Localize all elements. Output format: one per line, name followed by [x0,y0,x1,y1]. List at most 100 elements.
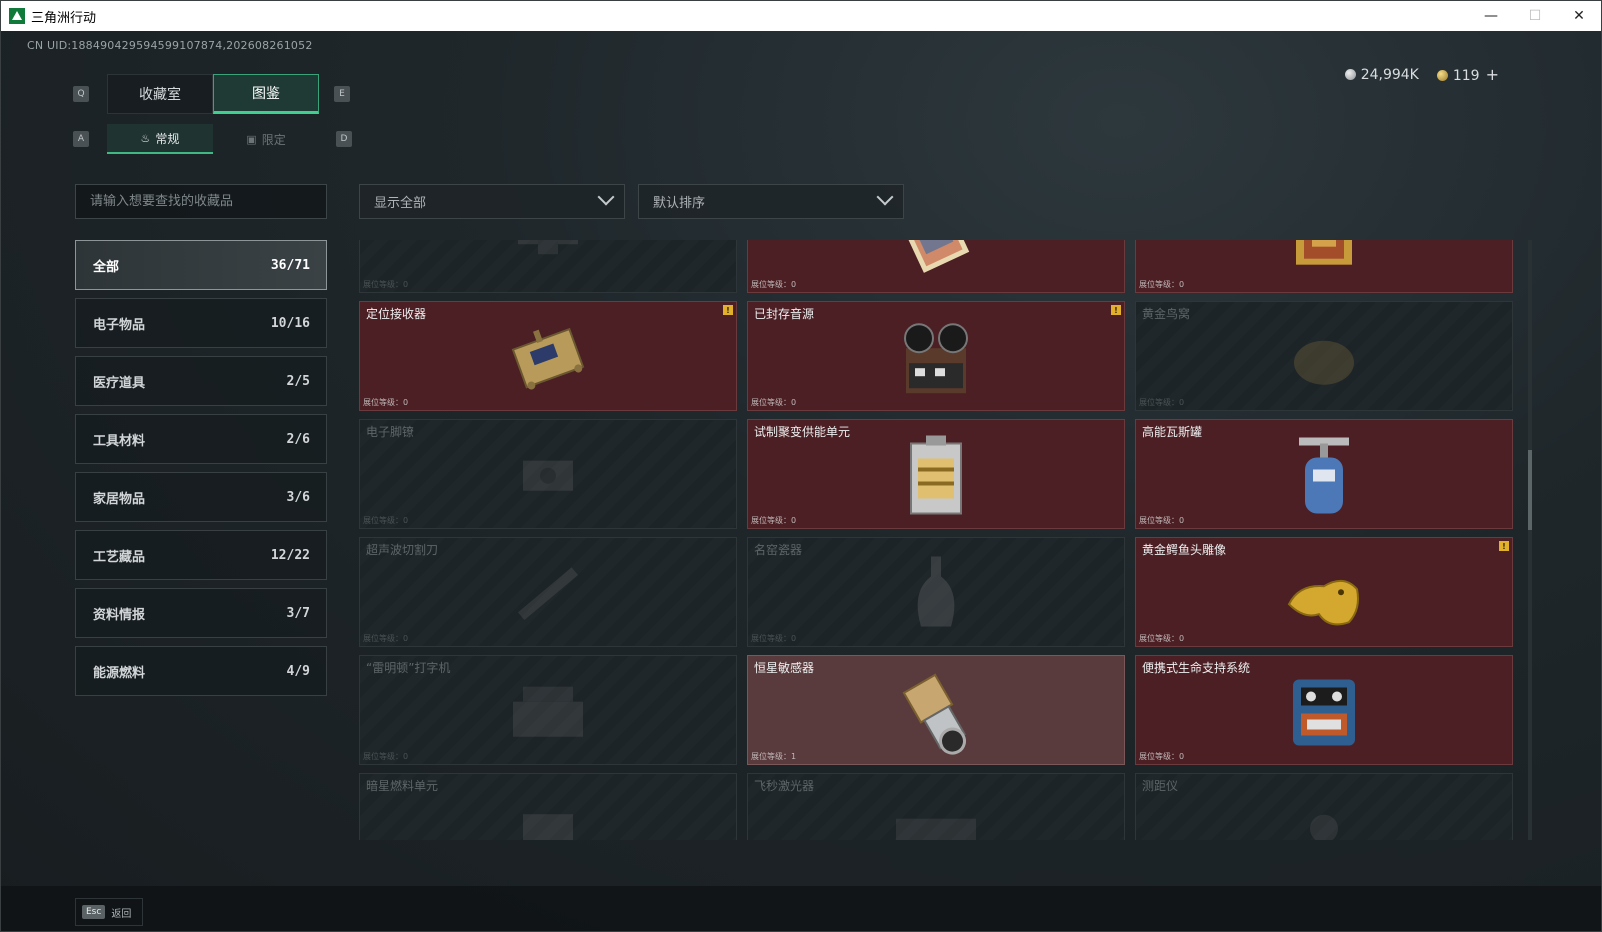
item-level-label: 展位等级： [363,752,403,761]
subtab-limited[interactable]: ▣ 限定 [213,124,319,154]
tab-collection-room[interactable]: 收藏室 [107,74,213,114]
item-name: 名窑瓷器 [754,543,803,557]
item-level-value: 0 [791,398,797,407]
item-level: 展位等级：0 [363,515,408,526]
item-name: 超声波切割刀 [366,543,439,557]
minimize-button[interactable]: — [1469,1,1513,31]
item-level: 展位等级：0 [1139,515,1184,526]
silver-coin-icon [1344,68,1356,80]
collection-item-card[interactable]: “雷明顿”打字机 展位等级：0 [359,655,737,765]
collection-item-card[interactable]: 测距仪展位等级：0 [1135,773,1513,840]
category-label: 全部 [93,259,120,275]
bottom-bar: Esc 返回 [1,886,1601,931]
collection-item-card[interactable]: 已封存音源 展位等级：0! [747,301,1125,411]
item-level-label: 展位等级： [1139,634,1179,643]
porcelain-vase-icon [906,552,966,642]
uid-label: CN UID:188490429594599107874,20260826105… [27,39,313,52]
sort-dropdown[interactable]: 默认排序 [638,184,904,219]
gps-receiver-icon [503,318,593,402]
category-count: 3/7 [286,605,310,621]
category-energy[interactable]: 能源燃料 4/9 [75,646,327,696]
currency-bar: 24,994K 119 + [1344,65,1499,84]
item-level-value: 0 [1179,516,1185,525]
category-medical[interactable]: 医疗道具 2/5 [75,356,327,406]
collection-item-card[interactable]: 超声波切割刀 展位等级：0 [359,537,737,647]
tab-codex[interactable]: 图鉴 [213,74,319,114]
collection-item-card[interactable]: 黄金鸟窝 展位等级：0 [1135,301,1513,411]
category-label: 能源燃料 [93,665,146,681]
collection-item-card[interactable]: 电子脚镣 展位等级：0 [359,419,737,529]
chevron-down-icon [597,188,615,206]
item-level: 展位等级：0 [1139,279,1184,290]
category-all[interactable]: 全部 36/71 [75,240,327,290]
item-level: 展位等级：0 [363,279,408,290]
collection-item-card[interactable]: 试制聚变供能单元 展位等级：0 [747,419,1125,529]
gold-crocodile-icon [1279,554,1369,638]
category-intel[interactable]: 资料情报 3/7 [75,588,327,638]
laser-icon [886,804,986,840]
item-name: 测距仪 [1142,779,1179,793]
item-level: 展位等级：0 [363,751,408,762]
window-title: 三角洲行动 [31,10,97,26]
app-logo-icon [9,8,25,24]
subtab-regular[interactable]: ♨ 常规 [107,124,213,154]
back-button[interactable]: Esc 返回 [75,898,143,926]
gold-amount: 119 [1452,68,1480,84]
gold-currency[interactable]: 119 + [1436,65,1499,84]
silver-amount: 24,994K [1360,66,1419,83]
collection-item-card[interactable]: 便携式生命支持系统 展位等级：0 [1135,655,1513,765]
item-name: 高能瓦斯罐 [1142,425,1203,439]
key-hint-q: Q [73,86,89,102]
collection-item-card[interactable]: 黄金鳄鱼头雕像 展位等级：0! [1135,537,1513,647]
collection-item-card[interactable]: 高能瓦斯罐展位等级：0 [1135,419,1513,529]
item-level-value: 0 [791,280,797,289]
item-name: 已封存音源 [754,307,815,321]
filter-dropdown-value: 显示全部 [374,196,427,211]
category-crafts[interactable]: 工艺藏品 12/22 [75,530,327,580]
item-level-label: 展位等级： [751,398,791,407]
collection-item-card[interactable]: 暗星燃料单元展位等级：0 [359,773,737,840]
life-support-icon [1281,670,1367,760]
collection-item-card[interactable]: 飞秒激光器展位等级：0 [747,773,1125,840]
item-name: 试制聚变供能单元 [754,425,851,439]
item-level-value: 0 [1179,634,1185,643]
category-tools[interactable]: 工具材料 2/6 [75,414,327,464]
sub-tabs: ♨ 常规 ▣ 限定 [107,124,319,154]
golden-nest-icon [1284,323,1364,397]
search-input[interactable] [75,184,327,219]
category-label: 家居物品 [93,491,146,507]
category-count: 12/22 [270,547,310,563]
collection-item-card[interactable]: 名窑瓷器 展位等级：0 [747,537,1125,647]
filter-dropdown[interactable]: 显示全部 [359,184,625,219]
item-level-label: 展位等级： [751,516,791,525]
item-level-value: 0 [1179,752,1185,761]
collection-grid: 展位等级：0 展位等级：0 展位等级：0 定位接收器 展位等级：0! 已封存音源 展位等级：… [359,240,1513,840]
new-badge-icon: ! [723,305,733,315]
item-level: 展位等级：0 [363,633,408,644]
collection-item-card[interactable]: 定位接收器 展位等级：0! [359,301,737,411]
add-currency-button[interactable]: + [1486,65,1499,84]
esc-key-hint: Esc [82,905,106,919]
collection-item-card[interactable]: 恒星敏感器 展位等级：1 [747,655,1125,765]
grid-scrollbar[interactable] [1528,240,1532,840]
rifle-scope-icon [508,240,588,273]
close-button[interactable]: ✕ [1557,1,1601,31]
item-level: 展位等级：0 [1139,751,1184,762]
collection-item-card[interactable]: 展位等级：0 [1135,240,1513,293]
scrollbar-thumb[interactable] [1528,450,1532,530]
item-level: 展位等级：0 [751,397,796,408]
window-controls: — ☐ ✕ [1469,1,1601,31]
gold-coin-icon [1436,70,1448,81]
key-hint-e: E [334,86,350,102]
category-household[interactable]: 家居物品 3/6 [75,472,327,522]
category-count: 2/5 [286,373,310,389]
ultrasonic-cutter-icon [503,559,593,633]
star-sensor-icon [896,670,976,760]
item-level: 展位等级：1 [751,751,796,762]
maximize-button[interactable]: ☐ [1513,1,1557,31]
category-electronics[interactable]: 电子物品 10/16 [75,298,327,348]
collection-item-card[interactable]: 展位等级：0 [359,240,737,293]
item-name: 便携式生命支持系统 [1142,661,1251,675]
item-level-label: 展位等级： [1139,280,1179,289]
collection-item-card[interactable]: 展位等级：0 [747,240,1125,293]
